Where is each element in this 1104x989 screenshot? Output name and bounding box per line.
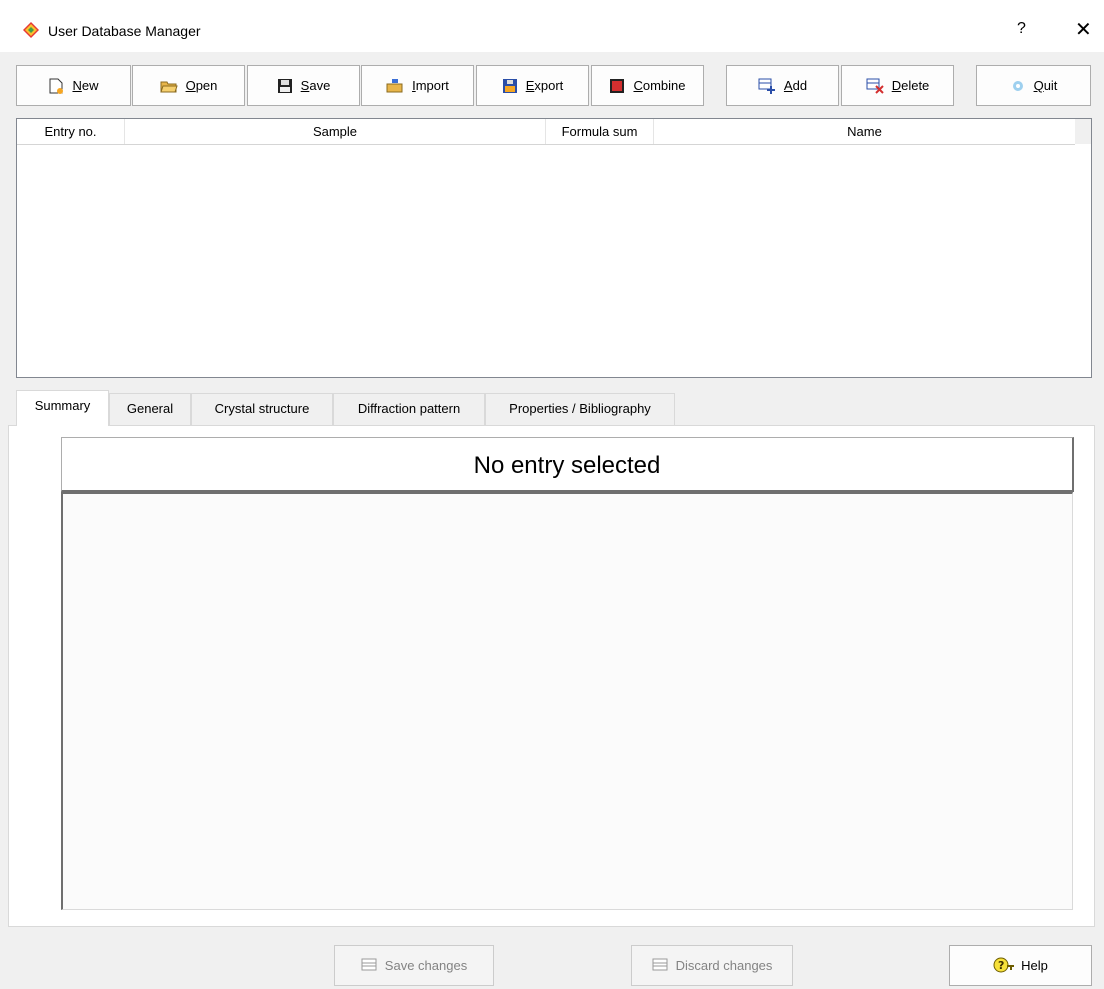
window-title: User Database Manager — [48, 23, 201, 39]
save-button[interactable]: Save — [247, 65, 360, 106]
quit-icon — [1012, 80, 1023, 91]
new-file-icon — [49, 78, 64, 94]
help-label: Help — [1021, 958, 1048, 973]
combine-icon — [610, 78, 625, 93]
save-disk-icon — [277, 78, 292, 93]
app-diamond-icon — [23, 22, 39, 38]
combine-label: Combine — [633, 78, 686, 93]
import-label: Import — [412, 78, 449, 93]
tab-properties-bibliography[interactable]: Properties / Bibliography — [485, 393, 675, 425]
entry-header: No entry selected — [61, 437, 1074, 492]
delete-record-icon — [866, 78, 884, 94]
new-label: New — [72, 78, 99, 93]
export-icon — [502, 78, 517, 93]
discard-changes-button[interactable]: Discard changes — [631, 945, 793, 986]
context-help-button[interactable]: ? — [1017, 20, 1026, 38]
import-button[interactable]: Import — [361, 65, 474, 106]
table-header-corner — [1075, 119, 1091, 144]
column-header-entry-no[interactable]: Entry no. — [17, 119, 125, 144]
combine-button[interactable]: Combine — [591, 65, 704, 106]
open-folder-icon — [159, 81, 178, 92]
open-label: Open — [185, 78, 218, 93]
tab-summary[interactable]: Summary — [16, 390, 109, 426]
save-changes-button[interactable]: Save changes — [334, 945, 494, 986]
save-changes-label: Save changes — [384, 958, 468, 973]
close-window-button[interactable]: ✕ — [1075, 17, 1092, 42]
column-header-formula-sum[interactable]: Formula sum — [546, 119, 654, 144]
entries-table[interactable]: Entry no. Sample Formula sum Name — [16, 118, 1092, 378]
svg-text:?: ? — [998, 959, 1004, 972]
column-header-name[interactable]: Name — [654, 119, 1075, 144]
discard-changes-label: Discard changes — [675, 958, 773, 973]
table-header: Entry no. Sample Formula sum Name — [17, 119, 1075, 145]
tab-diffraction-pattern[interactable]: Diffraction pattern — [333, 393, 485, 425]
help-key-icon: ? — [993, 957, 1015, 972]
title-bar: User Database Manager ? ✕ — [0, 0, 1104, 52]
new-button[interactable]: New — [16, 65, 131, 106]
delete-label: Delete — [891, 78, 930, 93]
delete-button[interactable]: Delete — [841, 65, 954, 106]
help-button[interactable]: ? Help — [949, 945, 1092, 986]
quit-button[interactable]: Quit — [976, 65, 1091, 106]
summary-content-area — [61, 492, 1073, 910]
open-button[interactable]: Open — [132, 65, 245, 106]
column-header-sample[interactable]: Sample — [125, 119, 546, 144]
quit-label: Quit — [1033, 78, 1058, 93]
discard-changes-icon — [652, 958, 668, 970]
add-button[interactable]: Add — [726, 65, 839, 106]
export-button[interactable]: Export — [476, 65, 589, 106]
save-changes-icon — [361, 958, 377, 970]
import-icon — [386, 78, 403, 92]
tab-crystal-structure[interactable]: Crystal structure — [191, 393, 333, 425]
tab-general[interactable]: General — [109, 393, 191, 425]
add-record-icon — [758, 78, 775, 94]
save-label: Save — [300, 78, 331, 93]
add-label: Add — [783, 78, 808, 93]
export-label: Export — [525, 78, 564, 93]
